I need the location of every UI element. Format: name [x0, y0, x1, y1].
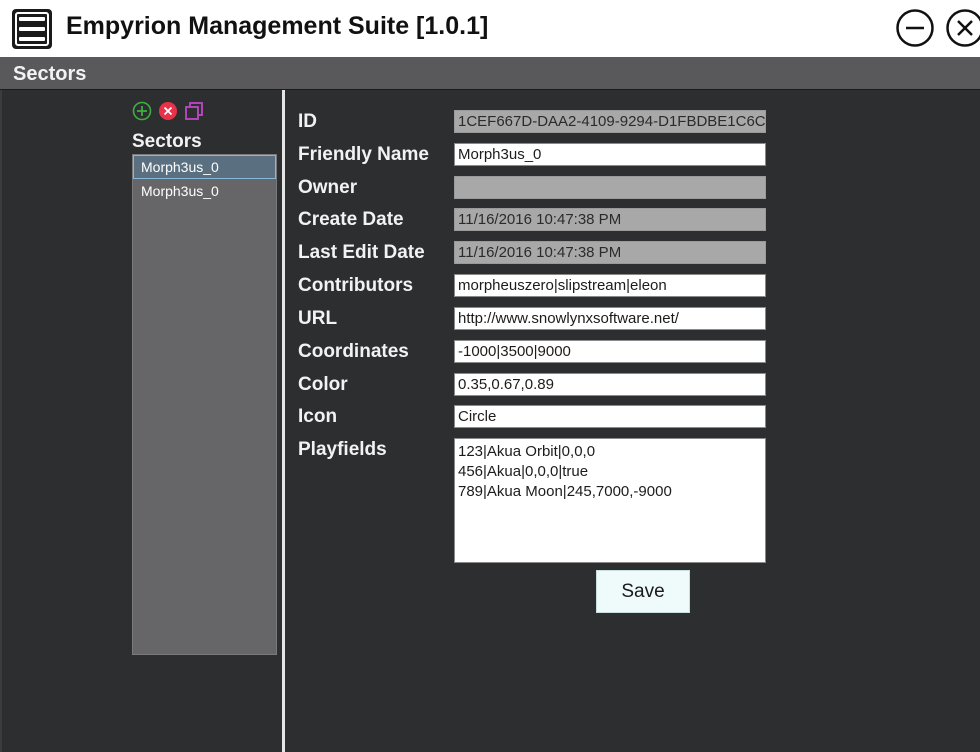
color-label: Color — [298, 374, 348, 395]
pane-splitter[interactable] — [282, 90, 285, 752]
menu-frame — [15, 12, 49, 46]
playfields-textarea[interactable]: 123|Akua Orbit|0,0,0 456|Akua|0,0,0|true… — [454, 438, 766, 563]
list-item[interactable]: Morph3us_0 — [133, 155, 276, 179]
title-bar: Empyrion Management Suite [1.0.1] — [0, 0, 980, 57]
minimize-icon[interactable] — [896, 9, 934, 47]
url-label: URL — [298, 308, 338, 329]
list-item[interactable]: Morph3us_0 — [133, 179, 276, 203]
coordinates-label: Coordinates — [298, 341, 409, 362]
section-title: Sectors — [13, 63, 87, 85]
save-button[interactable]: Save — [596, 570, 690, 613]
playfields-label: Playfields — [298, 439, 387, 460]
sectors-list[interactable]: Morph3us_0 Morph3us_0 — [132, 154, 277, 655]
color-field[interactable]: 0.35,0.67,0.89 — [454, 373, 766, 396]
id-field: 1CEF667D-DAA2-4109-9294-D1FBDBE1C6C1 — [454, 110, 766, 133]
delete-sector-icon[interactable] — [158, 101, 178, 121]
last-edit-date-label: Last Edit Date — [298, 242, 425, 263]
last-edit-date-field: 11/16/2016 10:47:38 PM — [454, 241, 766, 264]
app-title: Empyrion Management Suite [1.0.1] — [66, 12, 489, 40]
playfield-line: 123|Akua Orbit|0,0,0 — [458, 443, 596, 460]
contributors-label: Contributors — [298, 275, 414, 296]
close-icon[interactable] — [946, 9, 980, 47]
left-edge — [0, 90, 2, 752]
icon-field[interactable]: Circle — [454, 405, 766, 428]
hamburger-menu-icon[interactable] — [12, 9, 52, 49]
section-header: Sectors — [0, 57, 980, 89]
owner-field — [454, 176, 766, 199]
playfield-line: 456|Akua|0,0,0|true — [458, 463, 589, 480]
copy-sector-icon[interactable] — [184, 101, 204, 121]
owner-label: Owner — [298, 177, 358, 198]
sectors-list-label: Sectors — [132, 131, 202, 152]
playfield-line: 789|Akua Moon|245,7000,-9000 — [458, 483, 672, 500]
add-sector-icon[interactable] — [132, 101, 152, 121]
friendly-name-field[interactable]: Morph3us_0 — [454, 143, 766, 166]
id-label: ID — [298, 111, 317, 132]
icon-label: Icon — [298, 406, 338, 427]
friendly-name-label: Friendly Name — [298, 144, 429, 165]
coordinates-field[interactable]: -1000|3500|9000 — [454, 340, 766, 363]
create-date-label: Create Date — [298, 209, 404, 230]
create-date-field: 11/16/2016 10:47:38 PM — [454, 208, 766, 231]
url-field[interactable]: http://www.snowlynxsoftware.net/ — [454, 307, 766, 330]
contributors-field[interactable]: morpheuszero|slipstream|eleon — [454, 274, 766, 297]
